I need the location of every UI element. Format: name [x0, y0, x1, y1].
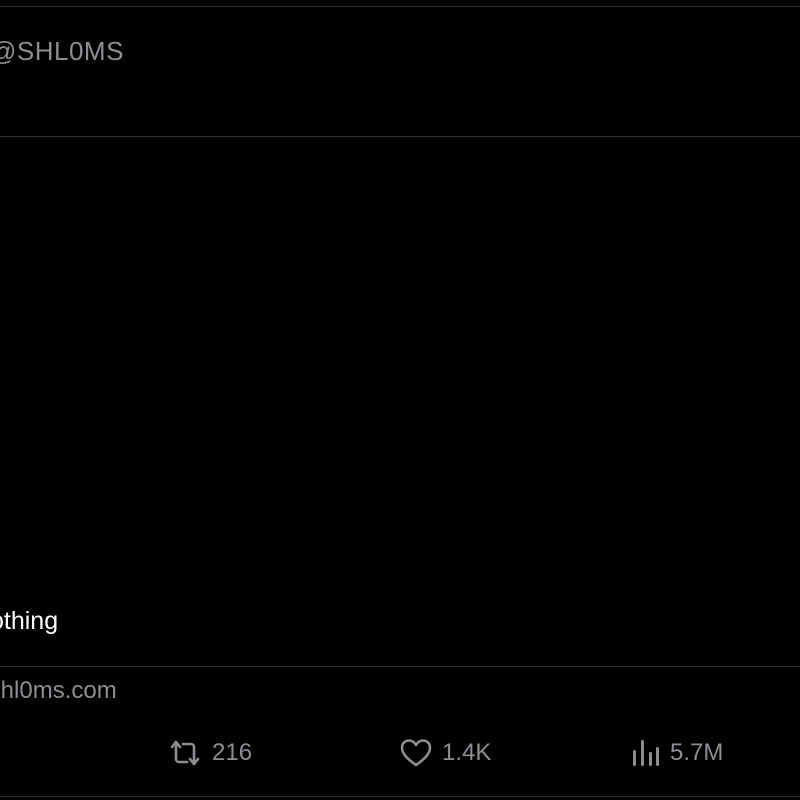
- header-divider: [0, 136, 800, 137]
- card-divider: [0, 666, 800, 667]
- bottom-divider: [0, 796, 800, 797]
- like-button[interactable]: 1.4K: [400, 731, 491, 775]
- bar-chart-icon: [632, 738, 660, 768]
- action-bar: 216 1.4K 5.7M: [0, 731, 800, 775]
- tweet-media[interactable]: [0, 138, 800, 578]
- views-button[interactable]: 5.7M: [632, 731, 723, 775]
- link-url[interactable]: shl0ms.com: [0, 677, 117, 704]
- retweet-count: 216: [212, 739, 253, 766]
- view-count: 5.7M: [670, 739, 724, 766]
- link-card[interactable]: shl0ms.com: [0, 677, 117, 705]
- like-count: 1.4K: [442, 739, 492, 766]
- retweet-button[interactable]: 216: [168, 731, 252, 775]
- tweet-text: othing: [0, 607, 59, 635]
- top-divider: [0, 6, 800, 7]
- author-handle[interactable]: @SHL0MS: [0, 36, 124, 67]
- retweet-icon: [168, 738, 202, 768]
- heart-icon: [400, 738, 432, 768]
